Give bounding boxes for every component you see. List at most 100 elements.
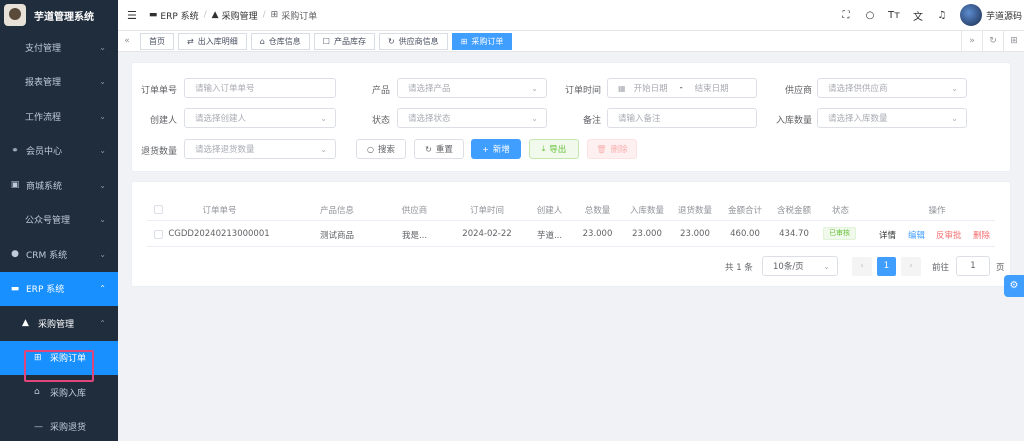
button-label: 重置 — [435, 145, 453, 155]
tag-home[interactable]: 首页 — [140, 32, 174, 50]
search-button[interactable]: ○ 搜索 — [356, 139, 406, 159]
sidebar-item-members[interactable]: ⚭ 会员中心 ⌄ — [0, 134, 118, 169]
tag-purchase-order[interactable]: ⊞ 采购订单 — [451, 32, 513, 50]
tag-stock-detail[interactable]: ⇄ 出入库明细 — [178, 32, 247, 50]
order-time-range[interactable]: ▦ 开始日期 - 结束日期 — [607, 78, 757, 98]
supplier-select[interactable]: 请选择供供应商 ⌄ — [817, 78, 967, 98]
chevrons-right-icon[interactable]: » — [961, 31, 982, 52]
breadcrumb-item: ⊞ 采购订单 — [271, 9, 318, 22]
order-table: 订单单号 产品信息 供应商 订单时间 创建人 总数量 入库数量 退货数量 金额合… — [131, 181, 1011, 287]
creator-label: 创建人 — [149, 116, 177, 126]
column-header: 退货数量 — [677, 206, 712, 216]
select-placeholder: 请选择供供应商 — [828, 84, 888, 94]
export-button[interactable]: ⤓ 导出 — [529, 139, 579, 159]
select-all-checkbox[interactable] — [154, 205, 163, 214]
column-header: 金额合计 — [727, 206, 762, 216]
select-placeholder: 请选择状态 — [408, 114, 451, 124]
settings-gear-icon[interactable]: ⚙ — [1004, 275, 1024, 297]
sidebar-item-label: 采购退货 — [50, 423, 87, 434]
remark-input[interactable]: 请输入备注 — [607, 108, 757, 128]
button-label: 导出 — [549, 145, 567, 155]
app-logo[interactable]: 芋道管理系统 — [0, 0, 118, 30]
order-no-input[interactable]: 请输入订单单号 — [184, 78, 336, 98]
reset-button[interactable]: ↻ 重置 — [414, 139, 464, 159]
breadcrumb-label: 采购订单 — [281, 11, 318, 22]
sidebar-item-shop[interactable]: ▣ 商城系统 ⌄ — [0, 168, 118, 203]
creator-select[interactable]: 请选择创建人 ⌄ — [184, 108, 336, 128]
chevrons-left-icon[interactable]: « — [118, 36, 136, 46]
sidebar-item-payment[interactable]: 支付管理 ⌄ — [0, 30, 118, 65]
prev-page-button[interactable]: ‹ — [852, 257, 872, 276]
order-no-label: 订单单号 — [140, 86, 177, 96]
tag-label: 首页 — [149, 36, 165, 46]
members-icon: ⚭ — [11, 145, 19, 156]
tag-supplier[interactable]: ↻ 供应商信息 — [378, 32, 448, 50]
sidebar-item-purchase-return[interactable]: — 采购退货 — [0, 410, 118, 441]
breadcrumb: ▬ ERP 系统 / ▲ 采购管理 / ⊞ 采购订单 — [149, 9, 317, 22]
supplier-label: 供应商 — [784, 86, 812, 96]
sidebar-item-wechat[interactable]: 公众号管理 ⌄ — [0, 203, 118, 238]
delete-button[interactable]: 🗑 删除 — [587, 139, 637, 159]
return-count-select[interactable]: 请选择退货数量 ⌄ — [184, 139, 336, 159]
column-header: 供应商 — [401, 206, 428, 216]
chevron-down-icon: ⌄ — [951, 113, 958, 123]
edit-link[interactable]: 编辑 — [908, 229, 925, 241]
user-name[interactable]: 芋道源码 — [986, 9, 1022, 22]
tag-label: 产品库存 — [333, 36, 366, 46]
product-select[interactable]: 请选择产品 ⌄ — [397, 78, 547, 98]
return-count-label: 退货数量 — [140, 147, 177, 157]
trash-icon: 🗑 — [596, 144, 607, 154]
status-label: 状态 — [371, 116, 390, 126]
delete-link[interactable]: 删除 — [973, 229, 990, 241]
chevron-down-icon: ⌄ — [99, 215, 106, 225]
status-select[interactable]: 请选择状态 ⌄ — [397, 108, 547, 128]
breadcrumb-item[interactable]: ▲ 采购管理 — [212, 9, 258, 22]
sidebar-item-label: 采购入库 — [50, 388, 87, 399]
hamburger-icon[interactable]: ☰ — [127, 9, 137, 22]
search-icon[interactable]: ○ — [858, 10, 882, 21]
chevron-down-icon: ⌄ — [99, 42, 106, 52]
select-placeholder: 请选择产品 — [408, 84, 451, 94]
font-size-icon[interactable]: Tт — [882, 10, 906, 21]
bell-icon[interactable]: ♫ — [930, 10, 954, 21]
tax-amount-cell: 434.70 — [779, 229, 809, 239]
breadcrumb-item[interactable]: ▬ ERP 系统 — [149, 9, 199, 22]
column-header: 状态 — [831, 206, 849, 216]
chevron-down-icon: ⌄ — [99, 180, 106, 190]
tag-warehouse[interactable]: ⌂ 仓库信息 — [250, 32, 310, 50]
search-form: 订单单号 请输入订单单号 产品 请选择产品 ⌄ 订单时间 ▦ 开始日期 - 结束日期 供… — [131, 62, 1011, 172]
date-start: 开始日期 — [633, 84, 668, 94]
sidebar-item-purchase[interactable]: ▲ 采购管理 ⌃ — [0, 306, 118, 341]
avatar[interactable] — [959, 4, 982, 26]
button-label: 新增 — [492, 145, 510, 155]
detail-link[interactable]: 详情 — [879, 229, 896, 241]
page-size-select[interactable]: 10条/页 ⌄ — [762, 256, 838, 276]
chevron-down-icon: ⌄ — [951, 83, 958, 93]
translate-icon[interactable]: 文 — [906, 8, 930, 23]
row-checkbox[interactable] — [154, 230, 163, 239]
select-placeholder: 请选择退货数量 — [195, 145, 255, 155]
select-placeholder: 请选择创建人 — [195, 114, 247, 124]
column-header: 入库数量 — [629, 206, 664, 216]
column-header: 总数量 — [584, 206, 611, 216]
dash-icon: — — [34, 421, 43, 432]
fullscreen-icon[interactable]: ⛶ — [834, 10, 858, 21]
unapprove-link[interactable]: 反审批 — [936, 229, 962, 241]
refresh-icon[interactable]: ↻ — [982, 31, 1003, 52]
in-count-select[interactable]: 请选择入库数量 ⌄ — [817, 108, 967, 128]
add-button[interactable]: + 新增 — [471, 139, 521, 159]
grid-icon: ⊞ — [460, 36, 468, 46]
chevron-down-icon: ⌄ — [99, 249, 106, 259]
page-number-current[interactable]: 1 — [877, 257, 896, 276]
sidebar-item-workflow[interactable]: 工作流程 ⌄ — [0, 99, 118, 134]
order-time-label: 订单时间 — [564, 86, 601, 96]
cup-icon: ☐ — [322, 36, 330, 46]
tag-product-stock[interactable]: ☐ 产品库存 — [313, 32, 375, 50]
sidebar-item-crm[interactable]: ● CRM 系统 ⌄ — [0, 237, 118, 272]
calendar-icon: ▦ — [618, 83, 626, 93]
jump-page-input[interactable]: 1 — [956, 256, 990, 276]
grid-menu-icon[interactable]: ⊞ — [1003, 31, 1024, 52]
sidebar-item-erp[interactable]: ▬ ERP 系统 ⌃ — [0, 271, 118, 306]
sidebar-item-reports[interactable]: 报表管理 ⌄ — [0, 65, 118, 100]
next-page-button[interactable]: › — [901, 257, 921, 276]
